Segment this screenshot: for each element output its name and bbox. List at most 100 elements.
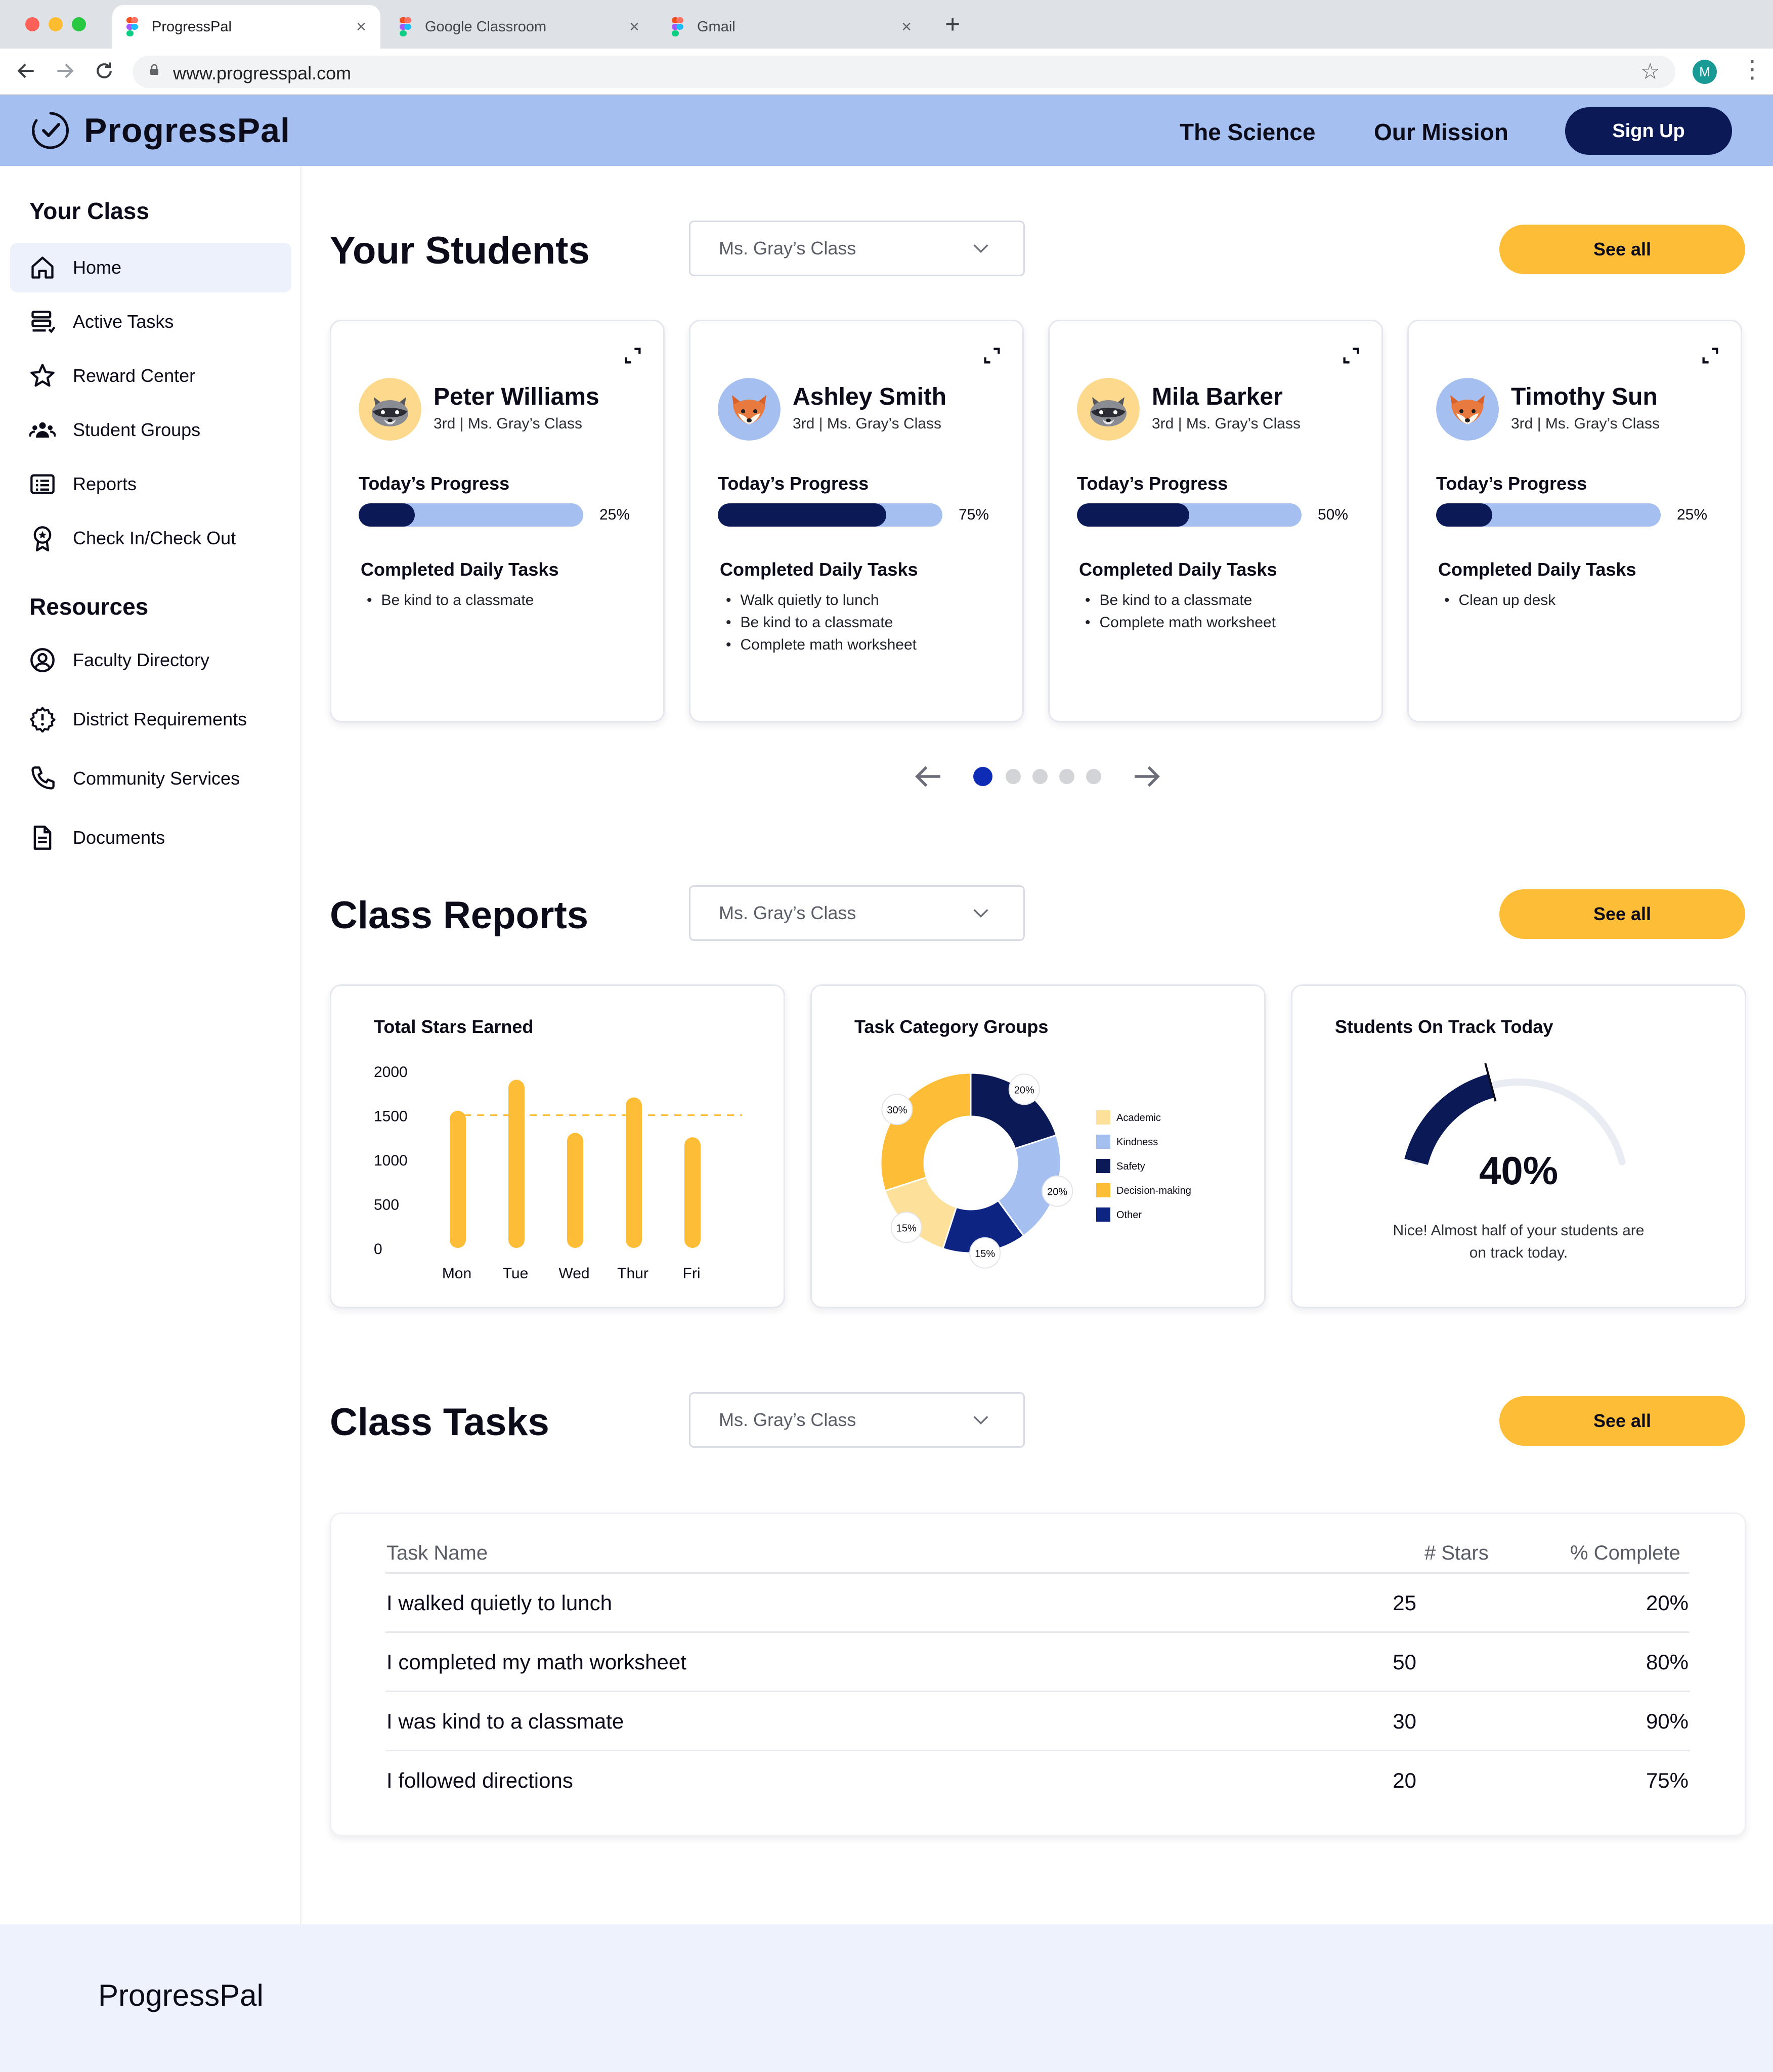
sidebar-item-community-services[interactable]: Community Services (10, 754, 291, 803)
address-bar[interactable]: www.progresspal.com ☆ (133, 56, 1675, 88)
student-name[interactable]: Mila Barker (1152, 383, 1283, 411)
table-row[interactable]: I was kind to a classmate 30 90% (385, 1691, 1690, 1749)
chevron-down-icon (973, 244, 988, 253)
student-card[interactable]: Peter Williams 3rd | Ms. Gray’s Class Toda… (330, 320, 665, 722)
bar[interactable] (450, 1110, 466, 1248)
sidebar-item-district-requirements[interactable]: District Requirements (10, 695, 291, 744)
bookmark-star-icon[interactable]: ☆ (1640, 59, 1660, 84)
nav-the-science[interactable]: The Science (1180, 118, 1315, 146)
legend-label: Kindness (1116, 1137, 1158, 1148)
column-header-complete[interactable]: % Complete (1570, 1542, 1680, 1565)
student-card[interactable]: Timothy Sun 3rd | Ms. Gray’s Class Today’s… (1407, 320, 1742, 722)
prev-page-arrow-icon[interactable] (915, 765, 943, 791)
footer: ProgressPal (0, 1924, 1773, 2072)
see-all-reports-button[interactable]: See all (1499, 889, 1745, 939)
tab-title: Google Classroom (425, 18, 547, 35)
progress-label: Today’s Progress (1077, 473, 1228, 494)
slice-label: 20% (1014, 1085, 1034, 1096)
bar[interactable] (684, 1137, 701, 1248)
table-row[interactable]: I walked quietly to lunch 25 20% (385, 1572, 1690, 1631)
sidebar-item-active-tasks[interactable]: Active Tasks (10, 297, 291, 347)
student-name[interactable]: Timothy Sun (1511, 383, 1658, 411)
completed-task-item: Complete math worksheet (1079, 612, 1276, 634)
sidebar-item-reports[interactable]: Reports (10, 459, 291, 509)
reload-icon[interactable] (93, 60, 115, 86)
progress-bar (718, 503, 942, 527)
table-row[interactable]: I followed directions 20 75% (385, 1750, 1690, 1808)
class-select-reports[interactable]: Ms. Gray’s Class (689, 885, 1025, 941)
student-card[interactable]: Ashley Smith 3rd | Ms. Gray’s Class Today’… (689, 320, 1024, 722)
student-class-info: 3rd | Ms. Gray’s Class (434, 415, 582, 432)
close-tab-icon[interactable]: × (356, 17, 366, 37)
pager-dot[interactable] (1059, 769, 1074, 784)
footer-brand[interactable]: ProgressPal (98, 1978, 264, 2013)
donut-slice[interactable] (880, 1072, 972, 1192)
close-tab-icon[interactable]: × (901, 17, 912, 37)
profile-avatar[interactable]: M (1693, 60, 1717, 84)
sidebar-item-reward-center[interactable]: Reward Center (10, 351, 291, 401)
pager-dot[interactable] (973, 767, 992, 786)
expand-icon[interactable] (1341, 346, 1361, 368)
forward-arrow-icon[interactable] (54, 60, 76, 86)
task-name-cell: I was kind to a classmate (386, 1709, 624, 1733)
task-name-cell: I walked quietly to lunch (386, 1591, 612, 1615)
legend-swatch (1096, 1159, 1110, 1173)
class-select-students[interactable]: Ms. Gray’s Class (689, 221, 1025, 276)
bar[interactable] (626, 1097, 642, 1248)
class-select-tasks[interactable]: Ms. Gray’s Class (689, 1392, 1025, 1448)
progress-percent: 50% (1318, 506, 1349, 523)
browser-tab-progresspal[interactable]: ProgressPal × (112, 5, 380, 49)
column-header-stars[interactable]: # Stars (1424, 1542, 1489, 1565)
browser-toolbar: www.progresspal.com ☆ M ⋮ (0, 49, 1773, 95)
student-name[interactable]: Ashley Smith (793, 383, 946, 411)
table-row[interactable]: I completed my math worksheet 50 80% (385, 1631, 1690, 1690)
y-tick-label: 2000 (374, 1064, 408, 1081)
next-page-arrow-icon[interactable] (1132, 765, 1160, 791)
progress-bar (1077, 503, 1302, 527)
sidebar-item-faculty-directory[interactable]: Faculty Directory (10, 635, 291, 685)
back-arrow-icon[interactable] (15, 60, 37, 86)
stars-cell: 25 (1393, 1591, 1416, 1615)
completed-tasks-list: Be kind to a classmate (361, 589, 534, 612)
kebab-menu-icon[interactable]: ⋮ (1740, 58, 1764, 82)
legend-swatch (1096, 1207, 1110, 1222)
gauge-value: 40% (1479, 1148, 1559, 1193)
gauge-caption-line: on track today. (1469, 1244, 1568, 1261)
pager-dot[interactable] (1006, 769, 1021, 784)
completed-tasks-title: Completed Daily Tasks (361, 559, 559, 580)
sidebar-item-documents[interactable]: Documents (10, 813, 291, 862)
close-window-button[interactable] (25, 17, 39, 31)
completed-task-item: Be kind to a classmate (720, 612, 917, 634)
browser-tab-google-classroom[interactable]: Google Classroom × (385, 5, 654, 49)
expand-icon[interactable] (1700, 346, 1720, 368)
sidebar-item-student-groups[interactable]: Student Groups (10, 405, 291, 455)
expand-icon[interactable] (623, 346, 643, 368)
close-tab-icon[interactable]: × (629, 17, 639, 37)
see-all-tasks-button[interactable]: See all (1499, 1396, 1745, 1446)
column-header-task-name[interactable]: Task Name (386, 1542, 488, 1565)
student-class-info: 3rd | Ms. Gray’s Class (1152, 415, 1301, 432)
nav-our-mission[interactable]: Our Mission (1374, 118, 1508, 146)
maximize-window-button[interactable] (72, 17, 86, 31)
pager-dot[interactable] (1086, 769, 1101, 784)
sidebar-item-check-in-check-out[interactable]: Check In/Check Out (10, 513, 291, 563)
expand-icon[interactable] (982, 346, 1002, 368)
browser-tab-gmail[interactable]: Gmail × (658, 5, 926, 49)
pager-dot[interactable] (1032, 769, 1048, 784)
chevron-down-icon (973, 909, 988, 918)
completed-tasks-title: Completed Daily Tasks (1438, 559, 1636, 580)
brand-logo[interactable]: ProgressPal (30, 110, 290, 151)
minimize-window-button[interactable] (49, 17, 63, 31)
slice-label: 20% (1047, 1187, 1067, 1198)
section-title-class-tasks: Class Tasks (330, 1401, 549, 1444)
figma-icon (672, 17, 687, 36)
home-icon (28, 253, 57, 282)
student-name[interactable]: Peter Williams (434, 383, 599, 411)
bar[interactable] (508, 1080, 525, 1248)
see-all-students-button[interactable]: See all (1499, 225, 1745, 274)
bar[interactable] (567, 1133, 583, 1248)
sidebar-item-home[interactable]: Home (10, 243, 291, 292)
new-tab-button[interactable]: + (945, 11, 960, 37)
sign-up-button[interactable]: Sign Up (1565, 107, 1732, 155)
student-card[interactable]: Mila Barker 3rd | Ms. Gray’s Class Today’s… (1048, 320, 1383, 722)
